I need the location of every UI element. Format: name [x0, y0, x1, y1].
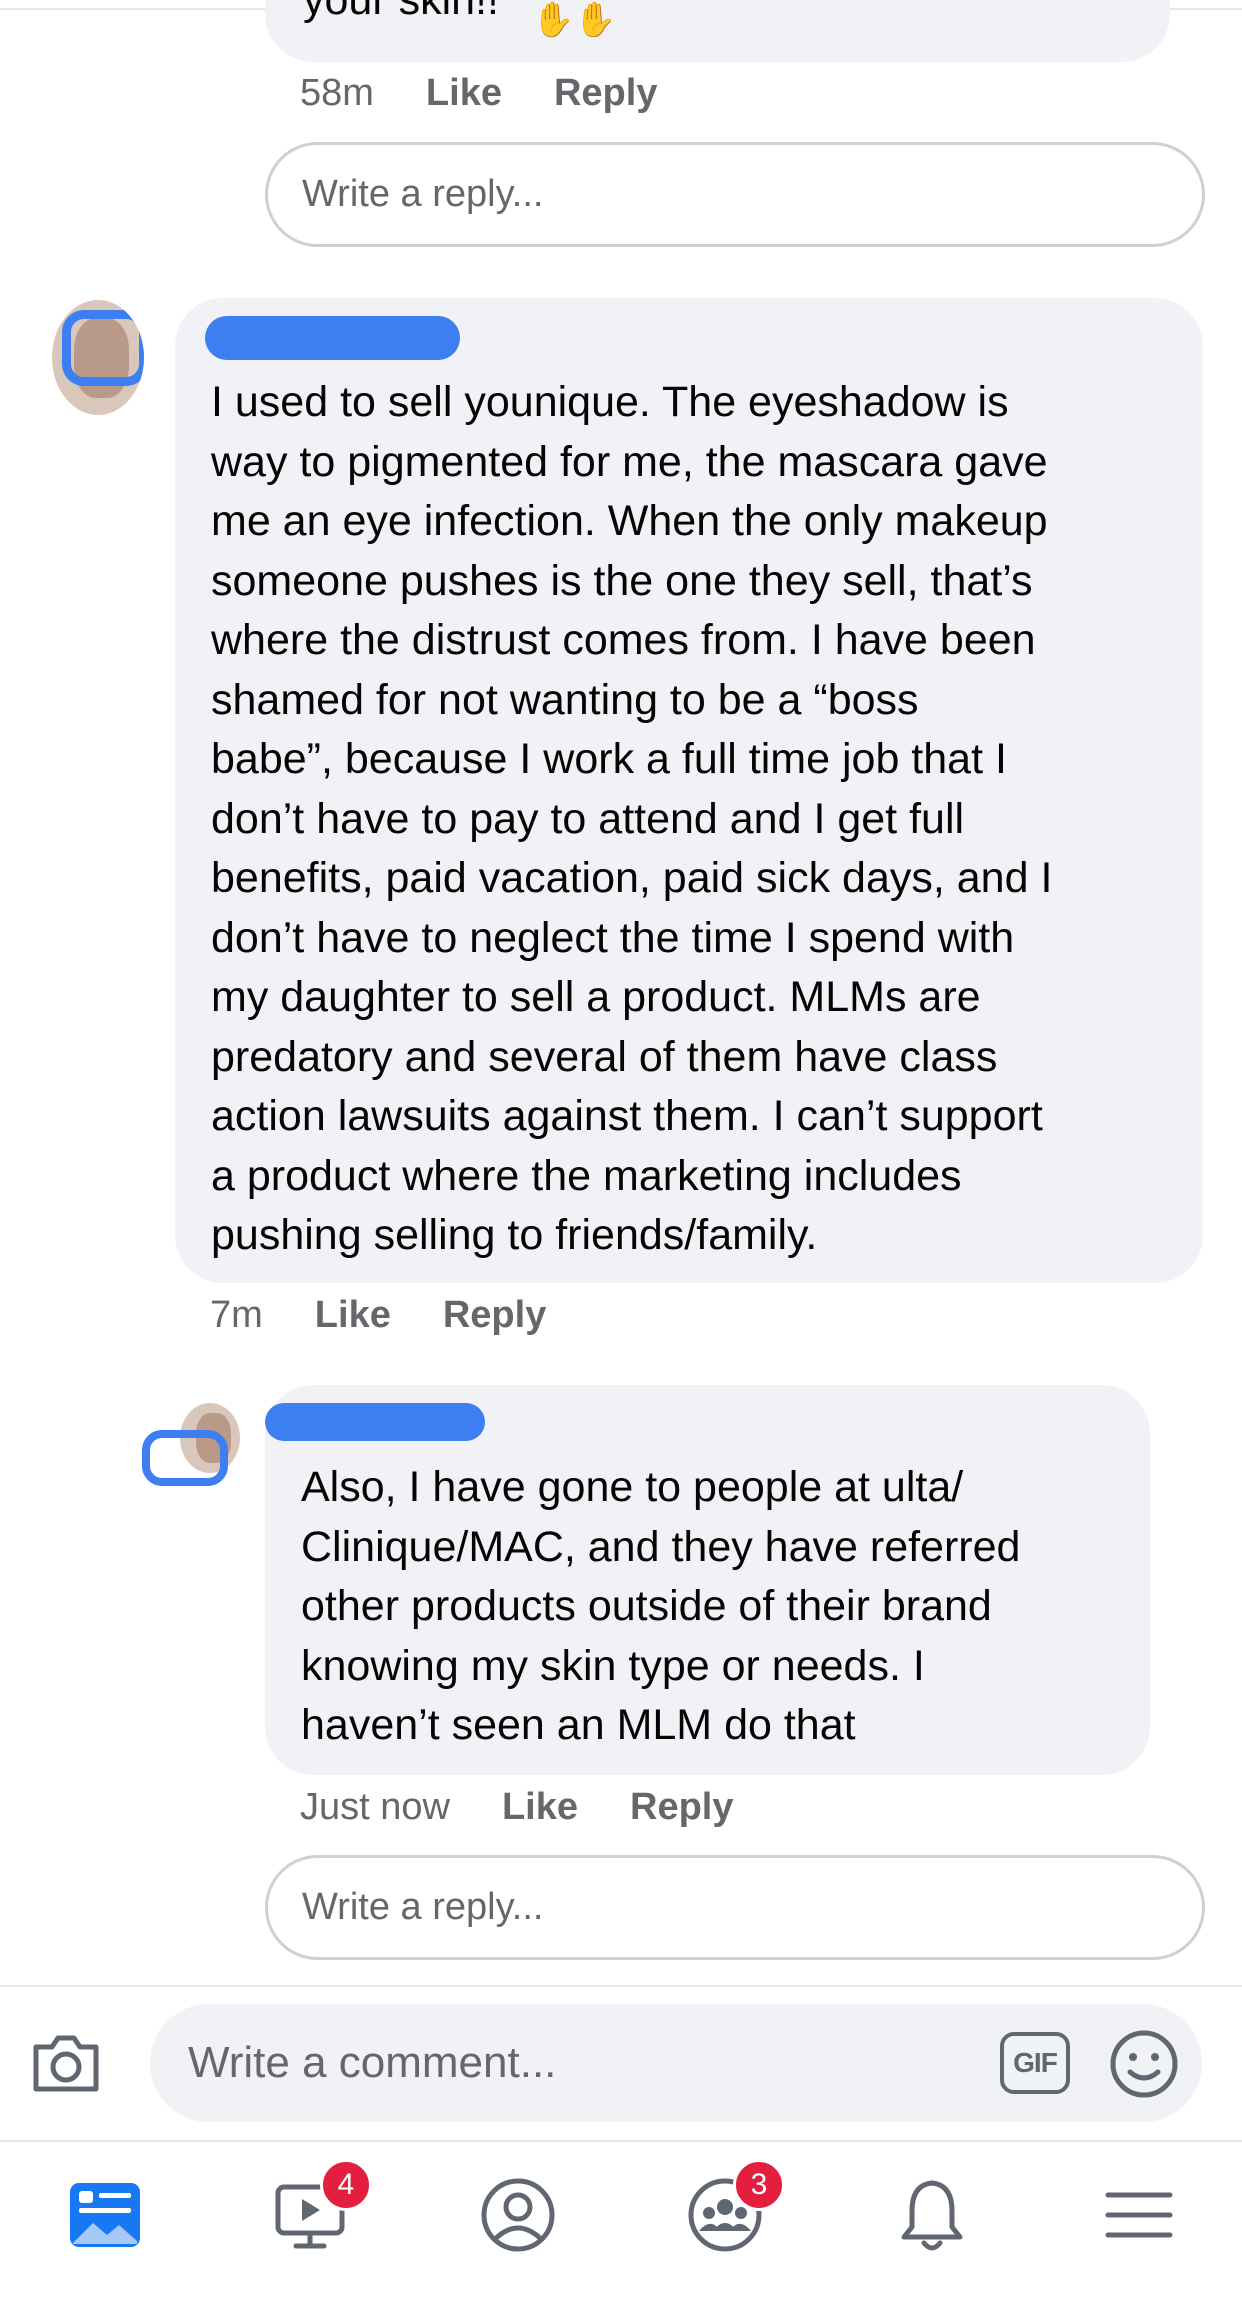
gif-label: GIF: [1013, 2047, 1058, 2078]
comment-meta: 7m Like Reply: [210, 1294, 546, 1337]
replier-avatar-redaction: [142, 1430, 228, 1486]
commenter-avatar[interactable]: [52, 300, 144, 415]
reply-input-2[interactable]: Write a reply...: [265, 1855, 1205, 1960]
comment-text: I used to sell younique. The eyeshadow i…: [211, 378, 1053, 1259]
previous-reply-reply-button[interactable]: Reply: [554, 72, 657, 115]
profile-icon: [481, 2178, 555, 2252]
emoji-icon[interactable]: [1108, 2028, 1180, 2100]
previous-reply-meta: 58m Like Reply: [300, 72, 657, 115]
previous-reply-bubble[interactable]: your skin!!: [265, 0, 1170, 62]
groups-badge: 3: [733, 2159, 785, 2211]
reply-reply-button[interactable]: Reply: [630, 1786, 733, 1829]
reply-author-redacted[interactable]: [265, 1403, 485, 1441]
tab-notifications[interactable]: [882, 2165, 982, 2265]
bottom-tab-bar: [0, 2140, 1242, 2313]
comment-reply-button[interactable]: Reply: [443, 1294, 546, 1337]
menu-icon: [1105, 2192, 1173, 2238]
comment-author-redacted[interactable]: [205, 316, 460, 360]
news-feed-icon: [70, 2183, 140, 2247]
tab-profile[interactable]: [468, 2165, 568, 2265]
reply-text: Also, I have gone to people at ulta/ Cli…: [301, 1463, 1021, 1749]
comment-input-placeholder: Write a comment...: [188, 2038, 557, 2087]
tab-menu[interactable]: [1088, 2165, 1188, 2265]
reply-time: Just now: [300, 1786, 450, 1828]
camera-icon[interactable]: [30, 2033, 102, 2095]
reply-input-1-placeholder: Write a reply...: [302, 173, 544, 215]
avatar-redaction: [62, 310, 144, 386]
reply-bubble[interactable]: Also, I have gone to people at ulta/ Cli…: [265, 1385, 1150, 1775]
previous-reply-time: 58m: [300, 72, 374, 114]
reply-input-1[interactable]: Write a reply...: [265, 142, 1205, 247]
raised-hands-emoji: ✋✋: [532, 1, 617, 39]
reply-like-button[interactable]: Like: [502, 1786, 578, 1829]
previous-reply-text: your skin!!: [303, 0, 499, 24]
tab-news-feed[interactable]: [55, 2165, 155, 2265]
comment-bubble[interactable]: I used to sell younique. The eyeshadow i…: [175, 298, 1203, 1283]
reply-input-2-placeholder: Write a reply...: [302, 1886, 544, 1928]
watch-badge: 4: [320, 2159, 372, 2211]
gif-icon[interactable]: GIF: [1000, 2032, 1070, 2094]
comment-time: 7m: [210, 1294, 263, 1336]
bell-icon: [901, 2180, 963, 2251]
previous-reply-like-button[interactable]: Like: [426, 72, 502, 115]
reply-meta: Just now Like Reply: [300, 1786, 734, 1829]
tab-groups[interactable]: 3: [675, 2159, 785, 2265]
comment-like-button[interactable]: Like: [315, 1294, 391, 1337]
tab-watch[interactable]: 4: [262, 2159, 372, 2265]
